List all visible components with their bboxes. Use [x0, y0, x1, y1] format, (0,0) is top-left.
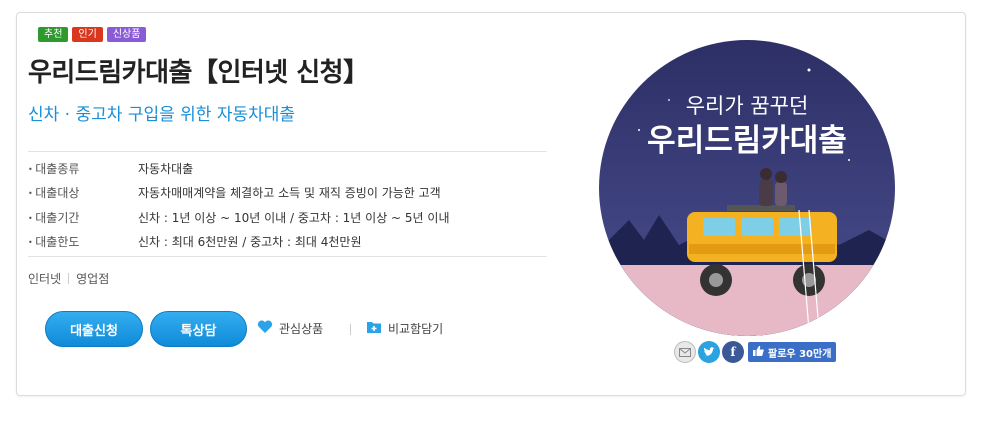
compare-label: 비교함담기	[388, 322, 444, 336]
product-image: 우리가 꿈꾸던 우리드림카대출	[599, 40, 895, 336]
info-value: 자동차대출	[138, 161, 194, 176]
social-share-bar: f 팔로우 30만개	[674, 341, 837, 363]
mail-share-icon[interactable]	[674, 341, 696, 363]
product-title: 우리드림카대출【인터넷 신청】	[28, 58, 369, 88]
follow-count-label: 팔로우 30만개	[768, 348, 832, 360]
thumbs-up-icon	[753, 345, 764, 359]
facebook-follow-button[interactable]: 팔로우 30만개	[748, 342, 837, 362]
info-label: 대출기간	[28, 209, 138, 226]
compare-link[interactable]: 비교함담기	[366, 320, 443, 337]
divider-top	[28, 151, 547, 152]
info-label: 대출한도	[28, 233, 138, 250]
info-value: 신차 : 최대 6천만원 / 중고차 : 최대 4천만원	[138, 235, 362, 250]
channel-internet: 인터넷	[28, 272, 62, 286]
tag-new: 신상품	[106, 27, 147, 42]
heart-icon	[257, 320, 273, 337]
product-subtitle: 신차 · 중고차 구입을 위한 자동차대출	[28, 105, 296, 125]
info-row-type: 대출종류 자동차대출	[28, 156, 547, 181]
night-car-illustration	[599, 40, 895, 336]
divider-bottom	[28, 256, 547, 257]
tag-popular: 인기	[72, 27, 103, 42]
info-row-target: 대출대상 자동차매매계약을 체결하고 소득 및 재직 증빙이 가능한 고객	[28, 181, 547, 206]
image-title: 우리드림카대출	[647, 123, 847, 159]
product-info-list: 대출종류 자동차대출 대출대상 자동차매매계약을 체결하고 소득 및 재직 증빙…	[28, 156, 547, 254]
folder-plus-icon	[366, 320, 382, 337]
info-value: 신차 : 1년 이상 ~ 10년 이내 / 중고차 : 1년 이상 ~ 5년 이…	[138, 210, 450, 225]
apply-button[interactable]: 대출신청	[45, 311, 143, 347]
channel-separator	[68, 273, 70, 284]
tag-group: 추천 인기 신상품	[38, 27, 147, 42]
channel-list: 인터넷 영업점	[28, 270, 109, 287]
channel-branch: 영업점	[76, 272, 110, 286]
consult-button[interactable]: 톡상담	[150, 311, 247, 347]
tag-recommend: 추천	[38, 27, 69, 42]
wishlist-link[interactable]: 관심상품	[257, 320, 323, 337]
twitter-share-icon[interactable]	[698, 341, 720, 363]
info-label: 대출종류	[28, 160, 138, 177]
info-row-limit: 대출한도 신차 : 최대 6천만원 / 중고차 : 최대 4천만원	[28, 230, 547, 255]
action-separator	[350, 324, 351, 335]
facebook-share-icon[interactable]: f	[722, 341, 744, 363]
wishlist-label: 관심상품	[279, 322, 324, 336]
info-row-period: 대출기간 신차 : 1년 이상 ~ 10년 이내 / 중고차 : 1년 이상 ~…	[28, 205, 547, 230]
info-label: 대출대상	[28, 184, 138, 201]
info-value: 자동차매매계약을 체결하고 소득 및 재직 증빙이 가능한 고객	[138, 186, 441, 201]
